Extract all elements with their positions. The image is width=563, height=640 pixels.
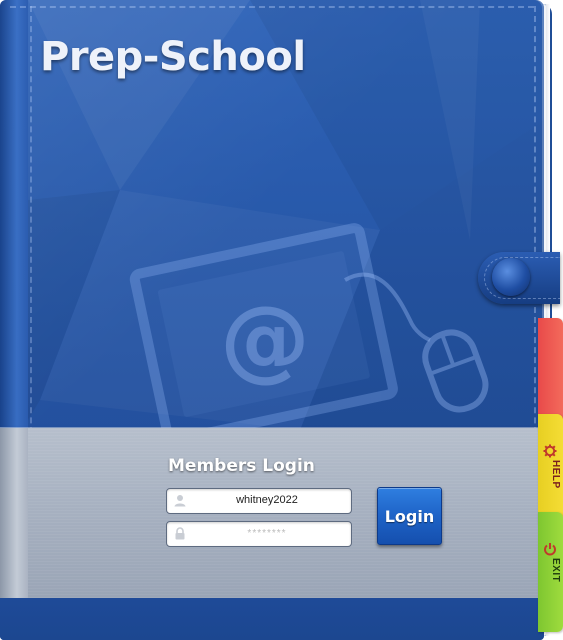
power-icon — [544, 543, 556, 556]
username-input[interactable] — [191, 491, 343, 509]
clasp-button-icon — [492, 258, 530, 296]
login-button[interactable]: Login — [377, 487, 442, 545]
notebook-clasp — [470, 242, 560, 312]
gear-icon — [543, 444, 557, 458]
password-field[interactable] — [166, 521, 352, 547]
stitching-top — [10, 6, 534, 8]
login-heading: Members Login — [168, 456, 315, 476]
help-tab[interactable]: HELP — [538, 414, 563, 524]
user-icon — [174, 495, 186, 507]
app-title: Prep-School — [40, 34, 306, 80]
password-input[interactable] — [191, 524, 343, 542]
at-symbol: @ — [220, 287, 310, 392]
email-at-icon: @ — [129, 223, 489, 440]
cover-bottom — [0, 598, 544, 640]
mouse-icon — [422, 329, 489, 413]
band-spine — [0, 428, 28, 598]
lock-icon — [175, 527, 185, 540]
username-field[interactable] — [166, 488, 352, 514]
exit-tab[interactable]: EXIT — [538, 512, 563, 632]
help-tab-label: HELP — [550, 460, 561, 489]
exit-tab-label: EXIT — [550, 558, 561, 583]
